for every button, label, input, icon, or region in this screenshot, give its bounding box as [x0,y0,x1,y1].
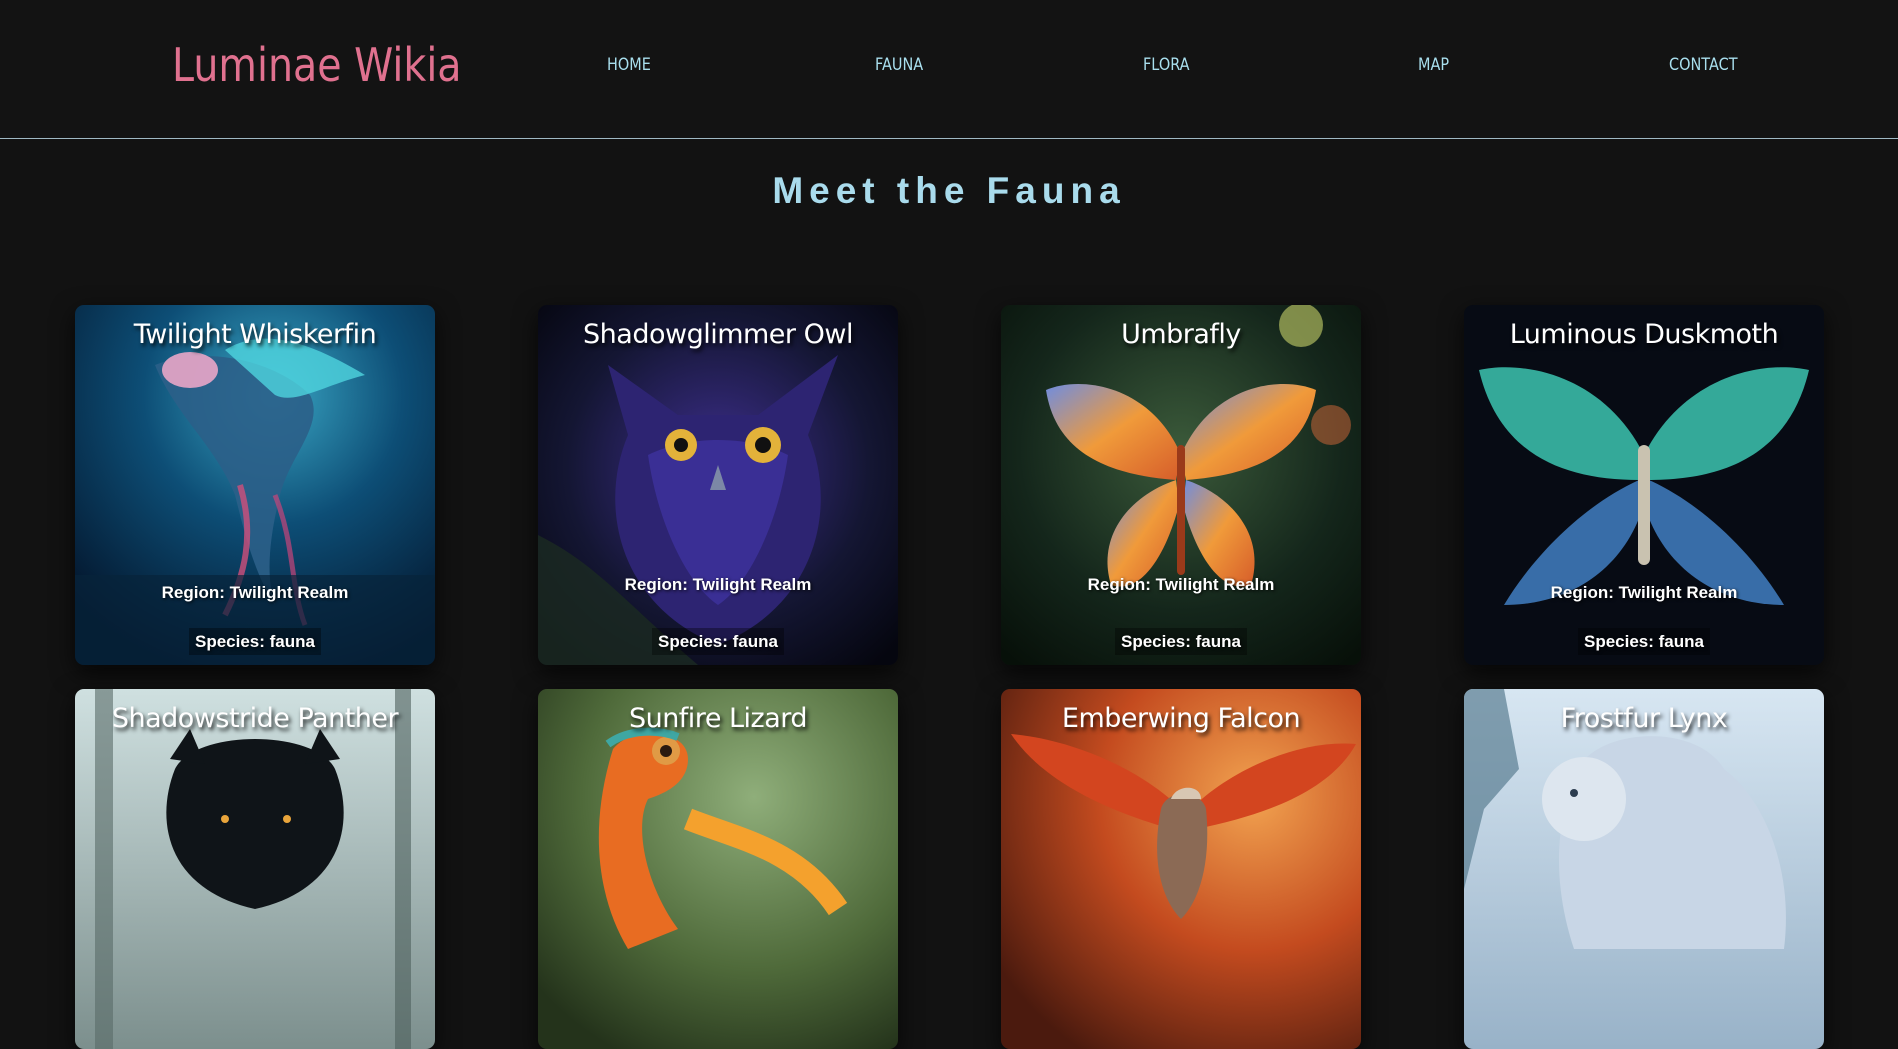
fauna-card-frostfur-lynx[interactable]: Frostfur Lynx [1464,689,1824,1049]
nav-fauna-link[interactable]: FAUNA [875,55,923,75]
fauna-card-umbrafly[interactable]: Umbrafly Region: Twilight Realm Species:… [1001,305,1361,665]
card-region: Region: Twilight Realm [1550,583,1738,602]
fauna-card-twilight-whiskerfin[interactable]: Twilight Whiskerfin Region: Twilight Rea… [75,305,435,665]
card-title: Twilight Whiskerfin [133,319,377,350]
card-species: Species: fauna [75,628,435,655]
card-species-label: Species: fauna [1115,628,1247,655]
nav-home-link[interactable]: HOME [607,55,651,75]
card-title: Sunfire Lizard [628,703,808,734]
butterfly-image [1001,305,1361,665]
card-title: Shadowglimmer Owl [583,319,853,350]
site-logo[interactable]: Luminae Wikia [172,38,462,92]
card-title: Luminous Duskmoth [1509,319,1779,350]
card-region: Region: Twilight Realm [624,575,812,594]
lynx-image [1464,689,1824,1049]
fauna-card-luminous-duskmoth[interactable]: Luminous Duskmoth Region: Twilight Realm… [1464,305,1824,665]
nav-flora-link[interactable]: FLORA [1143,55,1190,75]
falcon-image [1001,689,1361,1049]
card-title: Emberwing Falcon [1061,703,1301,734]
moth-image [1464,305,1824,665]
site-header: Luminae Wikia HOME FAUNA FLORA MAP CONTA… [0,0,1898,139]
page-title: Meet the Fauna [772,170,1126,211]
nav-contact-link[interactable]: CONTACT [1669,55,1738,75]
card-species-label: Species: fauna [652,628,784,655]
card-species: Species: fauna [538,628,898,655]
fauna-card-shadowstride-panther[interactable]: Shadowstride Panther [75,689,435,1049]
card-title: Umbrafly [1121,319,1241,350]
card-species-label: Species: fauna [1578,628,1710,655]
lizard-image [538,689,898,1049]
fauna-card-shadowglimmer-owl[interactable]: Shadowglimmer Owl Region: Twilight Realm… [538,305,898,665]
fauna-card-emberwing-falcon[interactable]: Emberwing Falcon [1001,689,1361,1049]
owl-image [538,305,898,665]
card-region: Region: Twilight Realm [161,583,349,602]
nav-map-link[interactable]: MAP [1418,55,1449,75]
card-title: Frostfur Lynx [1560,703,1728,734]
panther-image [75,689,435,1049]
card-title: Shadowstride Panther [111,703,399,734]
card-species-label: Species: fauna [189,628,321,655]
card-species: Species: fauna [1464,628,1824,655]
card-species: Species: fauna [1001,628,1361,655]
card-region: Region: Twilight Realm [1087,575,1275,594]
fauna-card-sunfire-lizard[interactable]: Sunfire Lizard [538,689,898,1049]
fish-creature-image [75,305,435,665]
